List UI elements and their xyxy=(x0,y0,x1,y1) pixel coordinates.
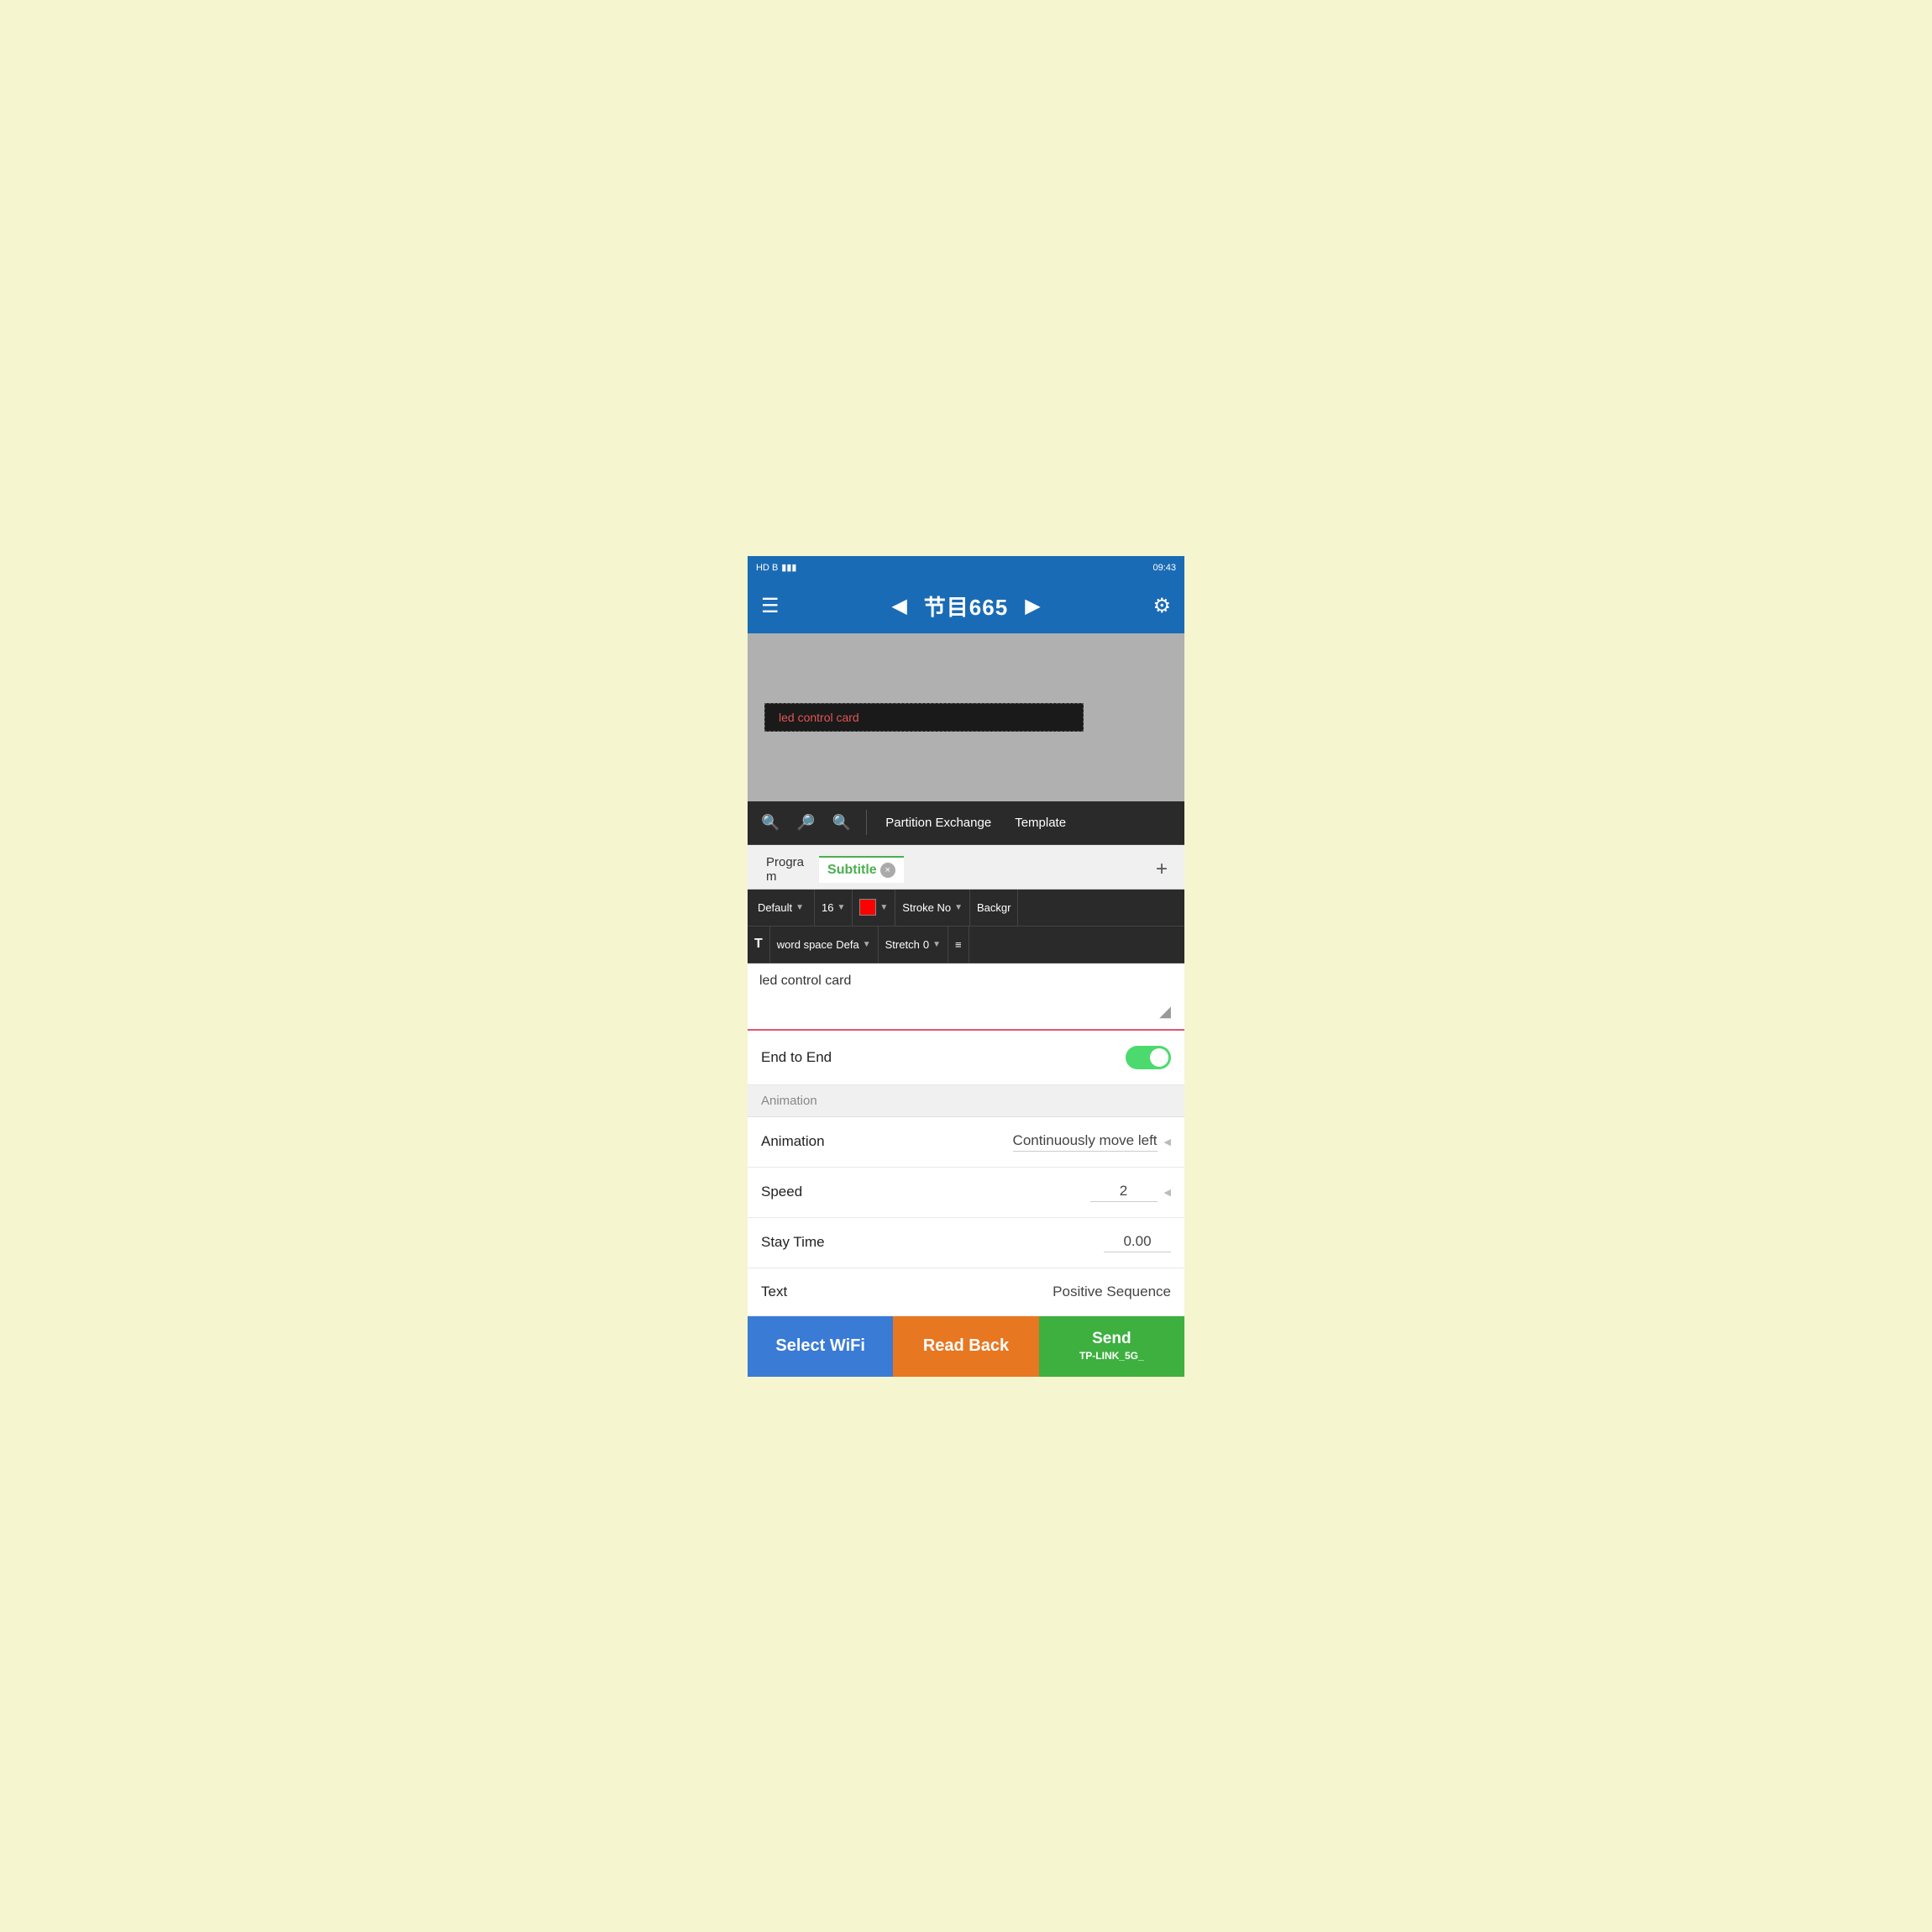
zoom-out-icon[interactable]: 🔍 xyxy=(827,811,856,835)
font-caret: ▼ xyxy=(795,903,804,912)
tab-subtitle[interactable]: Subtitle × xyxy=(819,856,904,883)
text-value[interactable]: Positive Sequence xyxy=(1053,1284,1171,1300)
align-icon: ≡ xyxy=(955,938,962,951)
read-back-button[interactable]: Read Back xyxy=(893,1316,1038,1377)
text-edit-area[interactable]: led control card ◢ xyxy=(748,963,1184,1031)
nav-arrows: ◀ 节目665 ▶ xyxy=(891,591,1040,622)
settings-area: End to End Animation Animation Continuou… xyxy=(748,1031,1184,1316)
speed-text: 2 xyxy=(1090,1183,1158,1202)
font-selector[interactable]: Default ▼ xyxy=(748,890,815,926)
next-icon[interactable]: ▶ xyxy=(1025,594,1040,618)
background-selector[interactable]: Backgr xyxy=(970,890,1018,926)
preview-area: led control card xyxy=(748,633,1184,801)
color-selector[interactable]: ▼ xyxy=(853,890,895,926)
animation-value[interactable]: Continuously move left ◀ xyxy=(1013,1132,1171,1152)
phone-container: HD B ▮▮▮ 09:43 ☰ ◀ 节目665 ▶ ⚙ led control… xyxy=(748,556,1184,1377)
animation-row[interactable]: Animation Continuously move left ◀ xyxy=(748,1117,1184,1168)
text-label: Text xyxy=(761,1284,787,1300)
end-to-end-label: End to End xyxy=(761,1049,832,1066)
signal-icon: ▮▮▮ xyxy=(781,562,796,573)
stroke-label: Stroke No xyxy=(902,901,951,914)
tab-program[interactable]: Progra m xyxy=(758,850,812,889)
template-button[interactable]: Template xyxy=(1006,812,1074,833)
animation-section-label: Animation xyxy=(761,1094,817,1108)
animation-caret: ◀ xyxy=(1164,1137,1171,1147)
speed-row[interactable]: Speed 2 ◀ xyxy=(748,1168,1184,1218)
stay-time-label: Stay Time xyxy=(761,1234,825,1251)
speed-caret: ◀ xyxy=(1164,1187,1171,1198)
stroke-caret: ▼ xyxy=(954,903,963,912)
word-space-value: Defa xyxy=(836,938,858,951)
stay-time-value[interactable]: 0.00 xyxy=(1104,1233,1171,1252)
select-wifi-button[interactable]: Select WiFi xyxy=(748,1316,893,1377)
animation-section-header: Animation xyxy=(748,1085,1184,1117)
subtitle-label: Subtitle xyxy=(827,863,877,878)
word-space-label: word space xyxy=(777,938,832,951)
partition-exchange-button[interactable]: Partition Exchange xyxy=(877,812,1000,833)
bottom-buttons: Select WiFi Read Back Send TP-LINK_5G_ xyxy=(748,1316,1184,1377)
toolbar: 🔍 🔎 🔍 Partition Exchange Template xyxy=(748,801,1184,845)
animation-label: Animation xyxy=(761,1133,825,1150)
send-sub-label: TP-LINK_5G_ xyxy=(1079,1350,1144,1363)
text-text: Positive Sequence xyxy=(1053,1284,1171,1300)
word-space-caret: ▼ xyxy=(863,940,871,949)
bold-icon: T xyxy=(754,937,763,952)
size-caret: ▼ xyxy=(837,903,845,912)
nav-title: 节目665 xyxy=(924,591,1008,622)
stretch-label: Stretch xyxy=(885,938,920,951)
tab-area: Progra m Subtitle × + xyxy=(748,845,1184,890)
format-row-1: Default ▼ 16 ▼ ▼ Stroke No ▼ Backgr xyxy=(748,890,1184,927)
send-label: Send xyxy=(1092,1329,1131,1350)
search-icon[interactable]: 🔍 xyxy=(756,811,785,835)
prev-icon[interactable]: ◀ xyxy=(891,594,906,618)
font-size-value: 16 xyxy=(822,901,833,914)
color-swatch xyxy=(859,899,876,916)
stretch-selector[interactable]: Stretch 0 ▼ xyxy=(879,927,948,963)
font-size-selector[interactable]: 16 ▼ xyxy=(815,890,853,926)
preview-text: led control card xyxy=(779,711,859,724)
tab-add-button[interactable]: + xyxy=(1149,854,1174,885)
status-bar: HD B ▮▮▮ 09:43 xyxy=(748,556,1184,580)
end-to-end-toggle[interactable] xyxy=(1126,1046,1171,1069)
menu-icon[interactable]: ☰ xyxy=(761,594,780,618)
stay-time-text: 0.00 xyxy=(1104,1233,1171,1252)
align-button[interactable]: ≡ xyxy=(948,927,969,963)
animation-text: Continuously move left xyxy=(1013,1132,1158,1152)
word-space-selector[interactable]: word space Defa ▼ xyxy=(770,927,879,963)
text-row[interactable]: Text Positive Sequence xyxy=(748,1268,1184,1316)
bold-button[interactable]: T xyxy=(748,927,770,963)
status-left: HD B ▮▮▮ xyxy=(756,562,796,573)
end-to-end-row: End to End xyxy=(748,1031,1184,1085)
cursor-icon: ◢ xyxy=(1159,1003,1171,1021)
stretch-caret: ▼ xyxy=(932,940,941,949)
top-nav: ☰ ◀ 节目665 ▶ ⚙ xyxy=(748,580,1184,633)
stretch-value: 0 xyxy=(923,938,929,951)
stay-time-row[interactable]: Stay Time 0.00 xyxy=(748,1218,1184,1268)
text-edit-content[interactable]: led control card xyxy=(759,974,1173,989)
background-label: Backgr xyxy=(977,901,1011,914)
zoom-in-icon[interactable]: 🔎 xyxy=(791,811,820,835)
status-right: 09:43 xyxy=(1152,563,1176,573)
format-toolbar: Default ▼ 16 ▼ ▼ Stroke No ▼ Backgr T xyxy=(748,890,1184,963)
color-caret: ▼ xyxy=(879,903,888,912)
send-button[interactable]: Send TP-LINK_5G_ xyxy=(1039,1316,1184,1377)
speed-label: Speed xyxy=(761,1184,802,1200)
speed-value[interactable]: 2 ◀ xyxy=(1090,1183,1171,1202)
settings-icon[interactable]: ⚙ xyxy=(1152,594,1171,618)
stroke-selector[interactable]: Stroke No ▼ xyxy=(895,890,970,926)
toolbar-separator xyxy=(866,810,867,835)
font-label: Default xyxy=(758,901,792,914)
tab-close-button[interactable]: × xyxy=(880,863,895,878)
led-preview: led control card xyxy=(764,703,1084,732)
status-hdb: HD B xyxy=(756,563,778,573)
format-row-2: T word space Defa ▼ Stretch 0 ▼ ≡ xyxy=(748,927,1184,963)
clock: 09:43 xyxy=(1152,563,1176,573)
